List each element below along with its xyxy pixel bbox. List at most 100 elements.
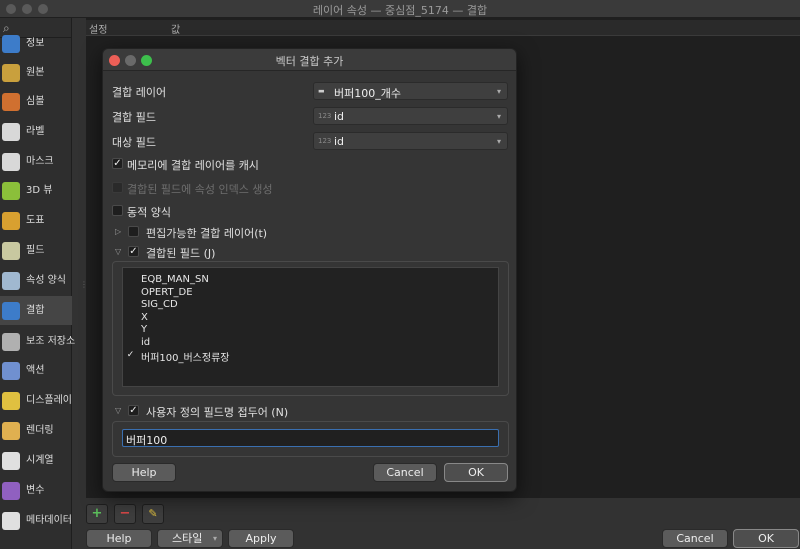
window-title: 레이어 속성 — 중심점_5174 — 결합 [312,4,488,17]
sidebar-item-label: 3D 뷰 [26,185,53,196]
list-item[interactable]: id [123,337,498,349]
editable-join-checkbox[interactable] [128,226,139,237]
column-header-setting[interactable]: 설정 [89,21,107,36]
list-item[interactable]: X [123,312,498,324]
chevron-down-icon: ▾ [496,137,501,146]
add-join-button[interactable]: + [86,504,108,524]
column-header-value[interactable]: 값 [171,21,180,36]
sidebar-item-label: 메타데이터 [26,515,72,526]
sidebar-item-joins[interactable]: 결합 [0,296,72,325]
plus-icon: + [91,506,103,521]
sidebar-item-label: 라벨 [26,126,45,137]
collapse-triangle-icon[interactable]: ▽ [115,247,121,256]
list-item[interactable]: OPERT_DE [123,287,498,299]
joins-icon [2,301,20,320]
sidebar-item-label: 도표 [26,215,45,226]
splitter-handle[interactable]: ⋮ [80,280,88,300]
field-checkbox[interactable] [125,338,136,348]
sidebar-item-auxiliary-storage[interactable]: 보조 저장소 [0,327,75,356]
sidebar-item-3d-view[interactable]: 3D 뷰 [0,176,72,205]
sidebar-item-label: 정보 [26,38,45,49]
temporal-icon [2,451,20,470]
join-layer-combo[interactable]: ▬ 버퍼100_개수 ▾ [313,82,508,100]
sidebar-item-labels[interactable]: 라벨 [0,117,72,146]
chevron-down-icon: ▾ [212,534,217,543]
prefix-label: 사용자 정의 필드명 접두어 (N) [146,406,289,419]
list-item[interactable]: EQB_MAN_SN [123,274,498,286]
fields-icon [2,241,20,260]
target-field-value: id [334,135,345,148]
minus-icon: − [119,506,131,521]
style-button[interactable]: 스타일 ▾ [157,529,223,548]
sidebar-item-label: 원본 [26,67,45,78]
target-field-label: 대상 필드 [112,136,156,149]
joined-fields-checkbox[interactable]: ✓ [128,246,139,257]
apply-button[interactable]: Apply [228,529,294,548]
dialog-ok-button[interactable]: OK [444,463,508,482]
attributes-form-icon [2,271,20,290]
field-checkbox[interactable]: ✓ [125,350,136,360]
dynamic-form-checkbox[interactable] [112,205,123,216]
create-index-checkbox[interactable] [112,182,123,193]
field-checkbox[interactable] [125,300,136,310]
field-checkbox[interactable] [125,288,136,298]
editable-join-label: 편집가능한 결합 레이어(t) [146,227,268,240]
help-button[interactable]: Help [86,529,152,548]
create-index-label: 결합된 필드에 속성 인덱스 생성 [127,183,273,196]
sidebar-item-variables[interactable]: 변수 [0,476,72,505]
cancel-button[interactable]: Cancel [662,529,728,548]
cache-checkbox[interactable]: ✓ [112,158,123,169]
dialog-title-bar: 벡터 결합 추가 [103,49,516,71]
sidebar-item-source[interactable]: 원본 [0,58,72,87]
pencil-icon: ✎ [148,507,158,520]
field-name: SIG_CD [141,299,178,310]
sidebar-item-symbology[interactable]: 심볼 [0,87,72,116]
labels-icon [2,122,20,141]
prefix-input[interactable]: 버퍼100 [122,429,499,447]
edit-join-button[interactable]: ✎ [142,504,164,524]
sidebar-item-attributes-form[interactable]: 속성 양식 [0,266,72,295]
sidebar-item-diagram[interactable]: 도표 [0,206,72,235]
field-name: 버퍼100_버스정류장 [141,353,230,364]
prefix-checkbox[interactable]: ✓ [128,405,139,416]
join-layer-label: 결합 레이어 [112,86,167,99]
ok-button[interactable]: OK [733,529,799,548]
dialog-cancel-button[interactable]: Cancel [373,463,437,482]
field-checkbox[interactable] [125,325,136,335]
sidebar-item-actions[interactable]: 액션 [0,356,72,385]
field-checkbox[interactable] [125,313,136,323]
remove-join-button[interactable]: − [114,504,136,524]
list-item[interactable]: ✓ 버퍼100_버스정류장 [123,349,498,364]
sidebar-item-metadata[interactable]: 메타데이터 [0,506,72,535]
expand-triangle-icon[interactable]: ▷ [115,227,121,236]
source-icon [2,63,20,82]
dialog-help-button[interactable]: Help [112,463,176,482]
sidebar-item-label: 렌더링 [26,425,54,436]
sidebar-item-temporal[interactable]: 시계열 [0,446,72,475]
sidebar-item-label: 결합 [26,305,45,316]
sidebar-item-info[interactable]: 정보 [0,29,72,58]
sidebar-item-rendering[interactable]: 렌더링 [0,416,72,445]
sidebar-item-label: 시계열 [26,455,54,466]
metadata-icon [2,511,20,530]
joined-fields-list[interactable]: EQB_MAN_SN OPERT_DE SIG_CD X Yid ✓ 버퍼100_버스정류장 [122,267,499,387]
sidebar-item-display[interactable]: 디스플레이 [0,386,72,415]
layer-properties-window: 레이어 속성 — 중심점_5174 — 결합 ⌕ 정보 원본 심볼 라벨 마스크 3D 뷰… [0,0,800,549]
sidebar-item-mask[interactable]: 마스크 [0,147,72,176]
collapse-triangle-icon[interactable]: ▽ [115,406,121,415]
sidebar-item-label: 액션 [26,365,45,376]
mask-icon [2,152,20,171]
list-item[interactable]: SIG_CD [123,299,498,311]
diagram-icon [2,211,20,230]
title-bar: 레이어 속성 — 중심점_5174 — 결합 [0,0,800,18]
variables-icon [2,481,20,500]
field-name: Y [141,324,148,335]
chevron-down-icon: ▾ [496,112,501,121]
field-checkbox[interactable] [125,275,136,285]
sidebar-item-fields[interactable]: 필드 [0,236,72,265]
join-field-combo[interactable]: 123 id ▾ [313,107,508,125]
info-icon [2,34,20,53]
target-field-combo[interactable]: 123 id ▾ [313,132,508,150]
sidebar-item-label: 변수 [26,485,45,496]
list-item[interactable]: Y [123,324,498,336]
